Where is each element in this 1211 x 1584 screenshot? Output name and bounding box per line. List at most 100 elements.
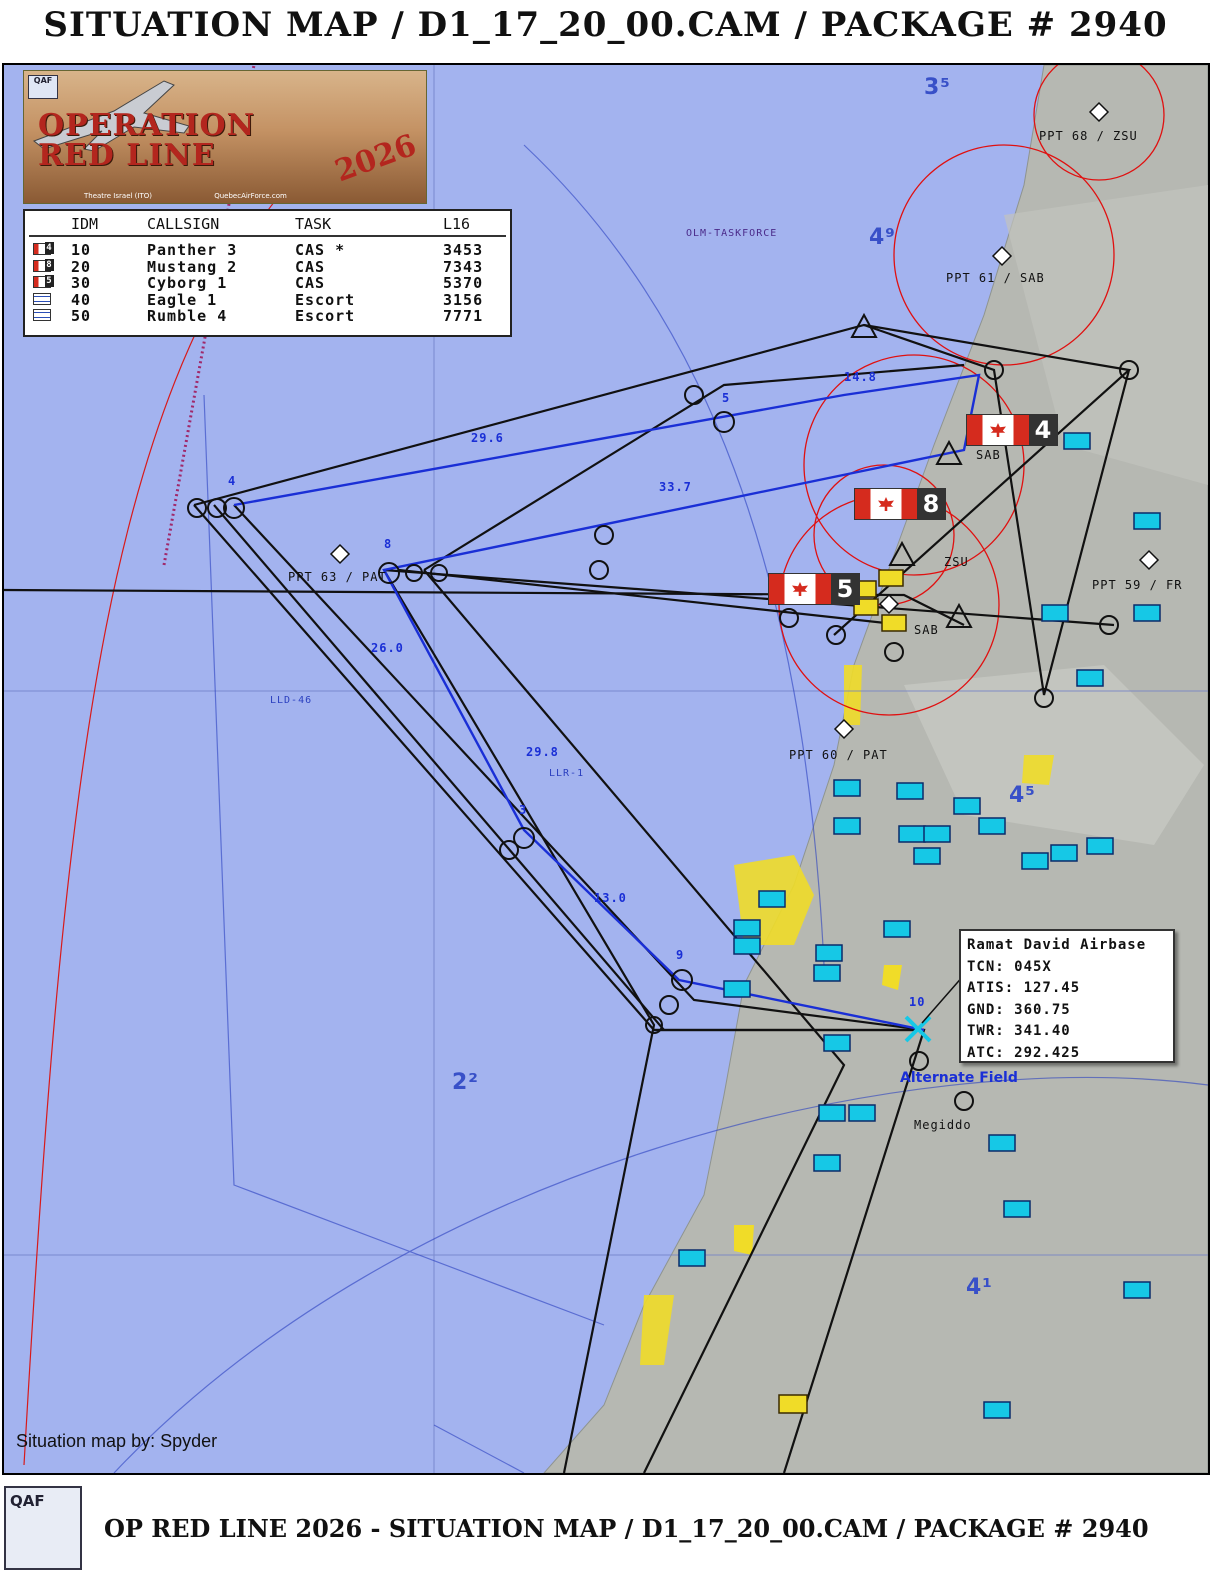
col-idm: IDM (71, 215, 99, 233)
airbase-info-box: Ramat David Airbase TCN: 045X ATIS: 127.… (959, 929, 1175, 1063)
flight-row: 8 20 Mustang 2 CAS 7343 (25, 257, 510, 276)
logo-title: OPERATION RED LINE (38, 111, 255, 171)
row-l16: 7771 (443, 307, 484, 325)
waypoint-label: 9 (676, 948, 685, 962)
map-label-sab-2: SAB (914, 623, 939, 637)
sector-label: 4¹ (966, 1275, 993, 1300)
row-idm: 50 (71, 307, 92, 325)
israel-flag-icon (33, 292, 51, 305)
flight-table-header: IDM CALLSIGN TASK L16 (25, 215, 510, 233)
flight-marker-4[interactable]: 4 (966, 414, 1058, 446)
flight-marker-5[interactable]: 5 (768, 573, 860, 605)
airbase-twr: TWR: 341.40 (967, 1023, 1071, 1039)
flight-row: 50 Rumble 4 Escort 7771 (25, 307, 510, 325)
fir-boundary (23, 144, 325, 1466)
row-callsign: Cyborg 1 (147, 274, 228, 292)
map-label-zsu: ZSU (944, 555, 969, 569)
leg-distance: 14.8 (844, 370, 877, 384)
row-task: CAS (295, 257, 326, 276)
row-callsign: Rumble 4 (147, 307, 228, 325)
map-credit: Situation map by: Spyder (16, 1431, 218, 1451)
leg-distance: 26.0 (371, 641, 404, 655)
logo-line-1: OPERATION (38, 108, 256, 143)
row-task: CAS * (295, 241, 346, 259)
map-label-sab: SAB (976, 448, 1001, 462)
sector-label: 4⁹ (869, 225, 896, 250)
map-label-ppt59: PPT 59 / FR (1092, 578, 1183, 592)
airbase-atis: ATIS: 127.45 (967, 980, 1081, 996)
map-label-megiddo: Megiddo (914, 1118, 972, 1132)
logo-theatre: Theatre Israel (ITO) (84, 192, 152, 200)
map-label-ppt60: PPT 60 / PAT (789, 748, 888, 762)
waypoint-label: 8 (384, 537, 393, 551)
row-idm: 40 (71, 290, 92, 309)
flight-marker-number: 5 (831, 574, 859, 604)
row-l16: 3453 (443, 241, 484, 259)
row-idm: 20 (71, 257, 92, 276)
airbase-tcn: TCN: 045X (967, 958, 1052, 975)
row-l16: 5370 (443, 274, 484, 292)
footer-brand: QAF (10, 1492, 45, 1510)
urban-area (844, 665, 862, 725)
col-task: TASK (295, 215, 332, 233)
logo-year: 2026 (330, 127, 421, 190)
col-callsign: CALLSIGN (147, 215, 220, 233)
row-l16: 7343 (443, 257, 484, 276)
flight-number: 8 (45, 258, 54, 271)
footer-title: OP RED LINE 2026 - SITUATION MAP / D1_17… (104, 1514, 1149, 1543)
urban-area (734, 1225, 754, 1255)
sector-label: 3⁵ (924, 75, 951, 100)
row-idm: 30 (71, 274, 92, 292)
urban-area (1022, 755, 1054, 785)
leg-distance: 29.8 (526, 745, 559, 759)
sector-label: 4⁵ (1009, 783, 1036, 808)
waypoint-label: 3 (519, 803, 528, 817)
footer: QAF OP RED LINE 2026 - SITUATION MAP / D… (0, 1478, 1211, 1584)
waypoint-label: 10 (909, 995, 926, 1009)
table-divider (29, 235, 506, 237)
flight-table: IDM CALLSIGN TASK L16 4 10 Panther 3 CAS * 3… (23, 209, 512, 337)
leg-distance: 29.6 (471, 431, 504, 445)
row-task: Escort (295, 307, 356, 325)
map-label-olm: OLM-TASKFORCE (686, 228, 778, 239)
logo-site: QuebecAirForce.com (214, 192, 287, 200)
situation-map[interactable]: QAF OPERATION RED LINE 2026 Theatre Isra… (2, 63, 1210, 1475)
map-label-llr1: LLR-1 (549, 768, 585, 779)
logo-line-2: RED LINE (38, 138, 216, 173)
israel-flag-icon (33, 309, 51, 321)
canada-flag-icon (855, 489, 917, 519)
airbase-gnd: GND: 360.75 (967, 1001, 1071, 1018)
qaf-logo: QAF (4, 1486, 82, 1570)
canada-flag-icon (769, 574, 831, 604)
row-task: Escort (295, 290, 356, 309)
flight-number: 4 (45, 242, 54, 254)
map-label-ppt68: PPT 68 / ZSU (1039, 129, 1138, 143)
flight-marker-8[interactable]: 8 (854, 488, 946, 520)
row-l16: 3156 (443, 290, 484, 309)
flight-marker-number: 4 (1029, 415, 1057, 445)
leg-distance: 13.0 (594, 891, 627, 905)
airbase-name: Ramat David Airbase (967, 937, 1147, 953)
canada-flag-icon (967, 415, 1029, 445)
row-callsign: Eagle 1 (147, 290, 218, 309)
flight-number: 5 (45, 275, 54, 287)
flight-row: 40 Eagle 1 Escort 3156 (25, 290, 510, 309)
map-label-alternate-field: Alternate Field (900, 1070, 1018, 1086)
waypoint-label: 5 (722, 391, 731, 405)
row-callsign: Panther 3 (147, 241, 238, 259)
logo-subtitle: Theatre Israel (ITO) QuebecAirForce.com (84, 192, 347, 200)
sector-label: 2² (452, 1070, 479, 1095)
row-callsign: Mustang 2 (147, 257, 238, 276)
airbase-atc: ATC: 292.425 (967, 1044, 1081, 1061)
waypoint-label: 4 (228, 474, 237, 488)
leg-distance: 33.7 (659, 480, 692, 494)
flight-row: 5 30 Cyborg 1 CAS 5370 (25, 274, 510, 292)
row-task: CAS (295, 274, 326, 292)
map-label-ppt61: PPT 61 / SAB (946, 271, 1045, 285)
row-idm: 10 (71, 241, 92, 259)
flight-row: 4 10 Panther 3 CAS * 3453 (25, 241, 510, 259)
map-label-ppt63: PPT 63 / PAT (288, 570, 387, 584)
col-l16: L16 (443, 215, 471, 233)
flight-marker-number: 8 (917, 489, 945, 519)
map-label-lld46: LLD-46 (270, 695, 313, 706)
